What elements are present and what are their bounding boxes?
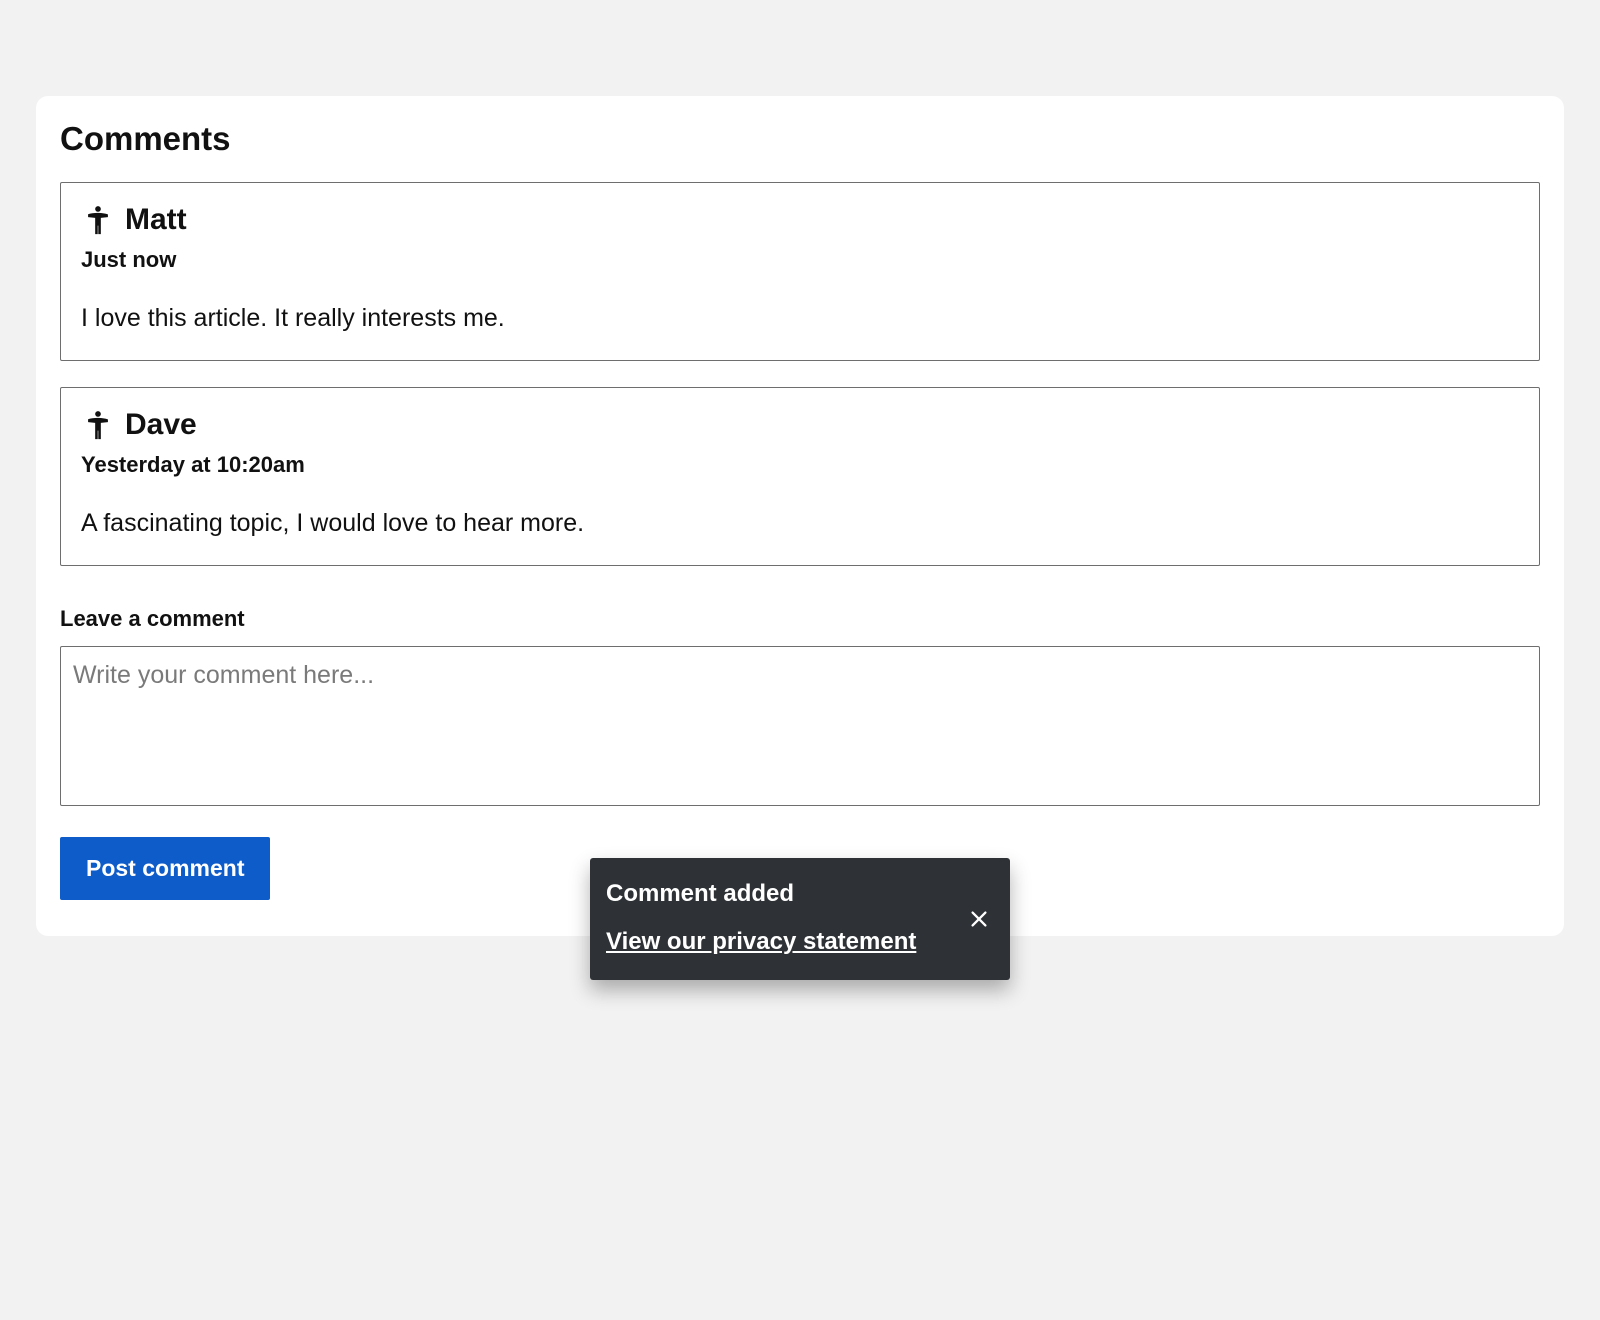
- privacy-statement-link[interactable]: View our privacy statement: [606, 928, 916, 956]
- comment-author: Dave: [125, 408, 197, 442]
- comment-item: Dave Yesterday at 10:20am A fascinating …: [60, 387, 1540, 566]
- comment-body: I love this article. It really interests…: [81, 301, 1519, 336]
- comment-header: Dave: [81, 408, 1519, 442]
- comment-textarea[interactable]: [60, 646, 1540, 806]
- comment-timestamp: Just now: [81, 247, 1519, 273]
- comment-item: Matt Just now I love this article. It re…: [60, 182, 1540, 361]
- comment-author: Matt: [125, 203, 187, 237]
- person-icon: [81, 203, 115, 237]
- comment-header: Matt: [81, 203, 1519, 237]
- close-icon: [968, 908, 990, 930]
- post-comment-button[interactable]: Post comment: [60, 837, 270, 900]
- comments-card: Comments Matt Just now I love this artic…: [36, 96, 1564, 936]
- person-icon: [81, 408, 115, 442]
- toast-title: Comment added: [606, 880, 956, 908]
- leave-comment-label: Leave a comment: [60, 606, 1540, 632]
- toast-notification: Comment added View our privacy statement: [590, 858, 1010, 980]
- comment-body: A fascinating topic, I would love to hea…: [81, 506, 1519, 541]
- comments-heading: Comments: [60, 120, 1540, 158]
- comment-timestamp: Yesterday at 10:20am: [81, 452, 1519, 478]
- toast-close-button[interactable]: [962, 902, 996, 936]
